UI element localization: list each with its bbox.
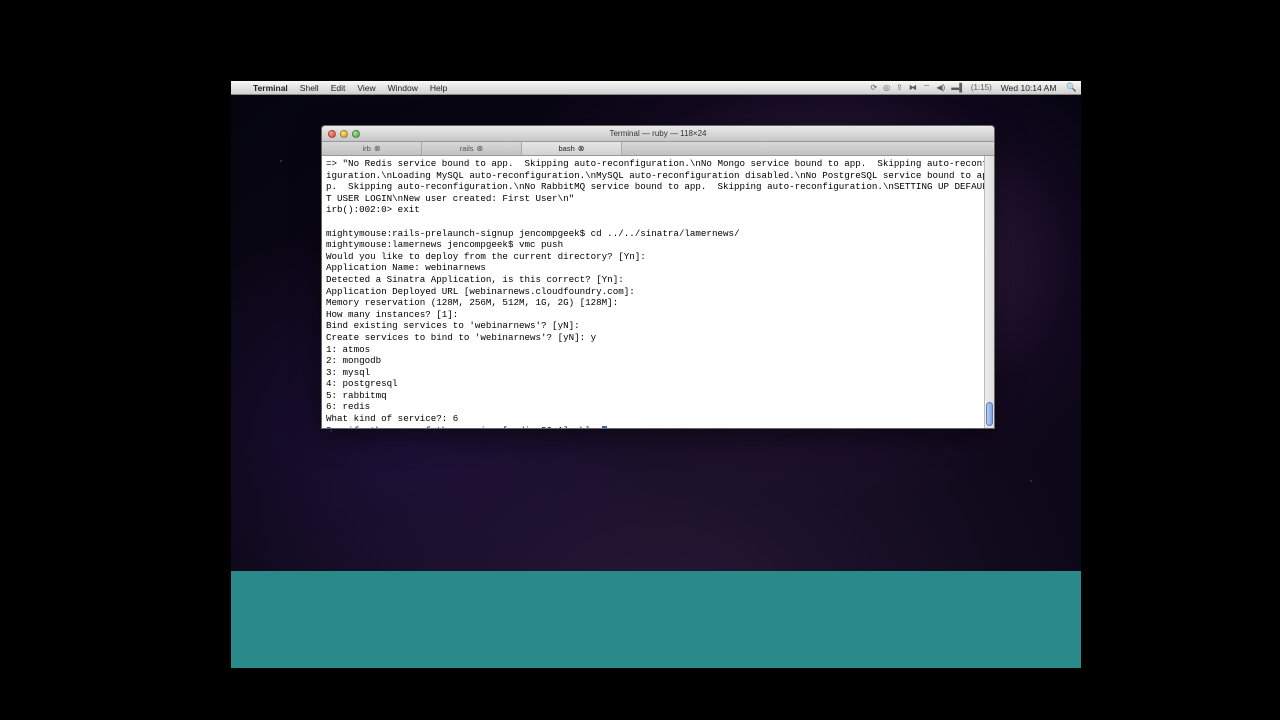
presentation-bar [231,571,1081,668]
terminal-text[interactable]: => "No Redis service bound to app. Skipp… [326,158,990,428]
status-icon[interactable]: ⇪ [893,83,906,92]
scrollbar-thumb[interactable] [986,402,993,426]
spotlight-icon[interactable]: 🔍 [1062,82,1081,93]
window-zoom-button[interactable] [352,130,360,138]
terminal-cursor [602,426,607,428]
menu-edit[interactable]: Edit [325,83,352,93]
terminal-tabbar: irb⊗ rails⊗ bash⊗ [322,142,994,156]
bluetooth-icon[interactable]: ⧓ [906,83,920,92]
window-title: Terminal — ruby — 118×24 [322,129,994,138]
menu-shell[interactable]: Shell [294,83,325,93]
tab-close-icon[interactable]: ⊗ [374,144,381,153]
menubar: Terminal Shell Edit View Window Help ⟳ ◎… [231,81,1081,95]
battery-time: (1:15) [968,83,995,92]
menu-view[interactable]: View [351,83,381,93]
scrollbar[interactable] [984,156,994,428]
terminal-tab[interactable]: irb⊗ [322,142,422,155]
menubar-clock[interactable]: Wed 10:14 AM [995,83,1063,93]
volume-icon[interactable]: ◀) [933,83,948,92]
terminal-titlebar[interactable]: Terminal — ruby — 118×24 [322,126,994,142]
battery-icon[interactable]: ▬▌ [948,83,968,92]
status-icon[interactable]: ⟳ [867,83,880,92]
menu-window[interactable]: Window [382,83,424,93]
terminal-body[interactable]: => "No Redis service bound to app. Skipp… [322,156,994,428]
app-menu[interactable]: Terminal [247,83,294,93]
tab-close-icon[interactable]: ⊗ [578,144,585,153]
window-minimize-button[interactable] [340,130,348,138]
terminal-tab[interactable]: bash⊗ [522,142,622,155]
window-close-button[interactable] [328,130,336,138]
status-icon[interactable]: ◎ [880,83,893,92]
tab-close-icon[interactable]: ⊗ [477,144,484,153]
terminal-tab[interactable]: rails⊗ [422,142,522,155]
wifi-icon[interactable]: ⌔ [920,83,934,93]
terminal-window: Terminal — ruby — 118×24 irb⊗ rails⊗ bas… [321,125,995,429]
menu-help[interactable]: Help [424,83,453,93]
